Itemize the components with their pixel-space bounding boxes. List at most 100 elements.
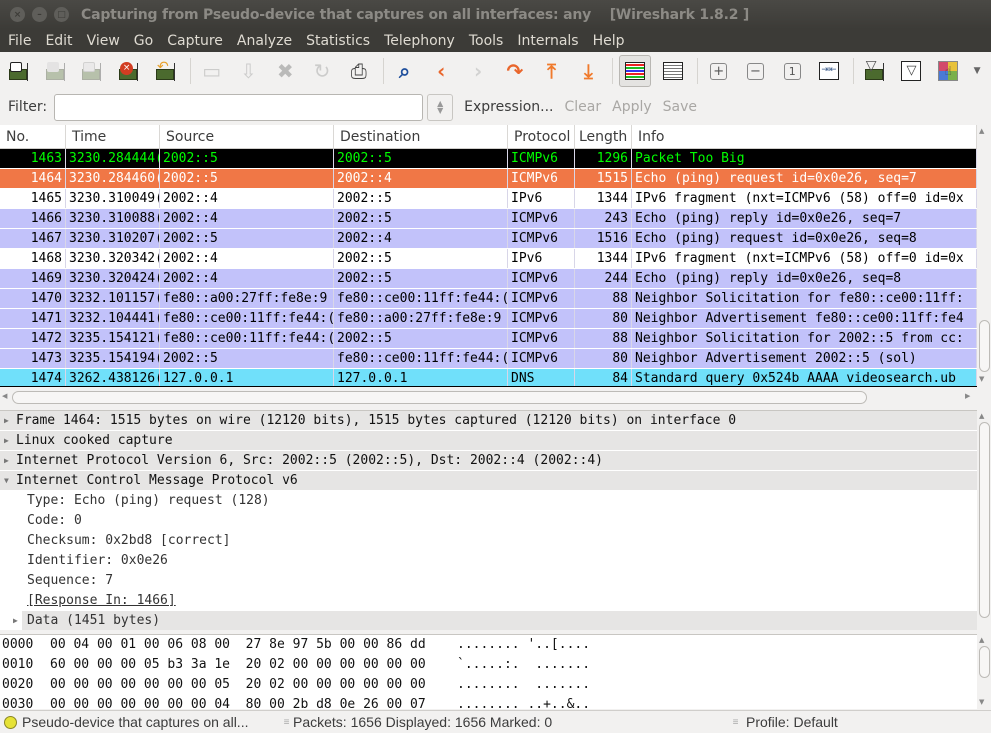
column-header-info[interactable]: Info — [632, 125, 977, 148]
menu-tools[interactable]: Tools — [462, 33, 511, 49]
column-header-source[interactable]: Source — [160, 125, 334, 148]
menu-internals[interactable]: Internals — [510, 33, 585, 49]
apply-button[interactable]: Apply — [612, 99, 652, 115]
minimize-window-button[interactable]: – — [32, 7, 47, 22]
expert-info-led-icon[interactable] — [4, 715, 17, 729]
detail-tree-item[interactable]: ▶ Frame 1464: 1515 bytes on wire (12120 b… — [0, 411, 977, 431]
packet-row[interactable]: 1468 3230.320342(2002::4 2002::5 IPv6 1344 IP… — [0, 249, 977, 269]
packet-row[interactable]: 1471 3232.104441(fe80::ce00:11ff:fe44:(fe… — [0, 309, 977, 329]
resize-columns-button[interactable]: ⇥⇤ — [814, 56, 844, 86]
expander-collapsed-icon[interactable]: ▶ — [4, 431, 9, 451]
packet-row[interactable]: 1463 3230.284444(2002::5 2002::5 ICMPv6 1296… — [0, 149, 977, 169]
hex-row[interactable]: 0000 00 04 00 01 00 06 08 00 27 8e 97 5b … — [0, 635, 977, 655]
save-file-icon: ⇩ — [240, 59, 257, 83]
capture-filters-button[interactable]: ▽ — [860, 56, 890, 86]
detail-tree-item[interactable]: Code: 0 — [0, 511, 977, 531]
expander-expanded-icon[interactable]: ▼ — [4, 471, 9, 491]
expression-button[interactable]: Expression... — [464, 99, 553, 115]
menu-statistics[interactable]: Statistics — [299, 33, 377, 49]
capture-options-button[interactable] — [41, 56, 71, 86]
filter-bar: Filter: ▲ ▼ Expression... Clear Apply Sav… — [0, 92, 991, 122]
restart-capture-button[interactable]: ↶ — [151, 56, 181, 86]
bytes-scrollbar[interactable]: ▲ ▼ — [977, 634, 991, 709]
colorize-button[interactable] — [619, 55, 652, 87]
detail-tree-item[interactable]: Identifier: 0x0e26 — [0, 551, 977, 571]
interfaces-button[interactable] — [4, 56, 34, 86]
menu-go[interactable]: Go — [127, 33, 160, 49]
close-file-button[interactable]: ✖ — [270, 56, 300, 86]
menu-view[interactable]: View — [80, 33, 127, 49]
status-grip-icon[interactable]: ≡ — [280, 717, 293, 728]
detail-tree-item[interactable]: Checksum: 0x2bd8 [correct] — [0, 531, 977, 551]
zoom-out-button[interactable]: − — [741, 56, 771, 86]
filter-history-dropdown[interactable]: ▲ ▼ — [427, 93, 454, 121]
packet-row[interactable]: 1466 3230.310088(2002::4 2002::5 ICMPv6 243 E… — [0, 209, 977, 229]
find-packet-button[interactable]: ⌕ — [390, 56, 420, 86]
detail-tree-item[interactable]: Type: Echo (ping) request (128) — [0, 491, 977, 511]
details-scrollbar[interactable]: ▲ — [977, 410, 991, 630]
maximize-window-button[interactable]: □ — [54, 7, 69, 22]
coloring-rules-button[interactable]: ☝ — [933, 56, 963, 86]
close-window-button[interactable]: × — [10, 7, 25, 22]
hex-row[interactable]: 0030 00 00 00 00 00 00 00 04 80 00 2b d8 … — [0, 695, 977, 709]
save-file-button[interactable]: ⇩ — [234, 56, 264, 86]
column-header-no[interactable]: No. — [0, 125, 66, 148]
packet-list-hscrollbar[interactable]: ◀ ▶ — [0, 389, 977, 406]
menu-capture[interactable]: Capture — [160, 33, 230, 49]
packet-row[interactable]: 1469 3230.320424(2002::4 2002::5 ICMPv6 244 E… — [0, 269, 977, 289]
packet-list-scroll-thumb[interactable] — [979, 320, 990, 372]
menu-edit[interactable]: Edit — [38, 33, 79, 49]
hex-row[interactable]: 0020 00 00 00 00 00 00 00 05 20 02 00 00 … — [0, 675, 977, 695]
column-header-length[interactable]: Length — [575, 125, 632, 148]
column-header-destination[interactable]: Destination — [334, 125, 508, 148]
detail-tree-item[interactable]: ▶ Data (1451 bytes) — [13, 611, 977, 630]
menu-analyze[interactable]: Analyze — [230, 33, 299, 49]
save-filter-button[interactable]: Save — [663, 99, 697, 115]
packet-row[interactable]: 1472 3235.154121(fe80::ce00:11ff:fe44:(20… — [0, 329, 977, 349]
bytes-scroll-thumb[interactable] — [979, 646, 990, 678]
packet-row[interactable]: 1467 3230.310207(2002::5 2002::4 ICMPv6 1516… — [0, 229, 977, 249]
response-in-link[interactable]: [Response In: 1466] — [27, 591, 176, 611]
menu-telephony[interactable]: Telephony — [377, 33, 462, 49]
display-filters-button[interactable]: ▽ — [897, 56, 927, 86]
go-back-button[interactable]: ‹ — [426, 56, 456, 86]
normal-size-button[interactable]: 1 — [777, 56, 807, 86]
stop-capture-button[interactable]: × — [114, 56, 144, 86]
menu-file[interactable]: File — [0, 33, 38, 49]
expander-collapsed-icon[interactable]: ▶ — [13, 611, 18, 630]
packet-row[interactable]: 1465 3230.310049(2002::4 2002::5 IPv6 1344 IP… — [0, 189, 977, 209]
toolbar-overflow-button[interactable]: ▼ — [970, 56, 984, 86]
go-to-packet-button[interactable]: ↷ — [500, 56, 530, 86]
status-grip-icon[interactable]: ≡ — [729, 717, 742, 728]
last-packet-button[interactable]: ⤓ — [573, 56, 603, 86]
packet-list-hscroll-thumb[interactable] — [12, 391, 867, 404]
detail-tree-item[interactable]: ▶ Linux cooked capture — [0, 431, 977, 451]
column-header-time[interactable]: Time — [66, 125, 160, 148]
detail-tree-item[interactable]: ▼ Internet Control Message Protocol v6 — [0, 471, 977, 491]
filter-input[interactable] — [54, 93, 424, 121]
zoom-in-button[interactable]: + — [704, 56, 734, 86]
clear-button[interactable]: Clear — [565, 99, 602, 115]
expander-collapsed-icon[interactable]: ▶ — [4, 411, 9, 431]
first-packet-button[interactable]: ⤒ — [537, 56, 567, 86]
expander-collapsed-icon[interactable]: ▶ — [4, 451, 9, 471]
packet-row[interactable]: 1473 3235.154194(2002::5 fe80::ce00:11ff:f… — [0, 349, 977, 369]
column-header-protocol[interactable]: Protocol — [508, 125, 575, 148]
print-button[interactable]: ⎙ — [344, 56, 374, 86]
detail-tree-item[interactable]: ▶ Internet Protocol Version 6, Src: 2002:… — [0, 451, 977, 471]
packet-row[interactable]: 1470 3232.101157(fe80::a00:27ff:fe8e:9 fe8… — [0, 289, 977, 309]
packet-row[interactable]: 1474 3262.438126(127.0.0.1 127.0.0.1 DNS 84 S… — [0, 369, 977, 387]
status-profile[interactable]: Profile: Default — [746, 714, 838, 730]
detail-tree-item[interactable]: [Response In: 1466] — [0, 591, 977, 611]
details-scroll-thumb[interactable] — [979, 422, 990, 618]
autoscroll-button[interactable] — [658, 56, 688, 86]
start-capture-button[interactable] — [78, 56, 108, 86]
menu-help[interactable]: Help — [586, 33, 632, 49]
packet-row-selected[interactable]: 1464 3230.284460(2002::5 2002::4 ICMPv6 1515… — [0, 169, 977, 189]
detail-tree-item[interactable]: Sequence: 7 — [0, 571, 977, 591]
packet-list-scrollbar[interactable]: ▲ ▼ — [977, 125, 991, 387]
go-forward-button[interactable]: › — [463, 56, 493, 86]
open-file-button[interactable]: ▭ — [197, 56, 227, 86]
reload-button[interactable]: ↻ — [307, 56, 337, 86]
hex-row[interactable]: 0010 60 00 00 00 05 b3 3a 1e 20 02 00 00 … — [0, 655, 977, 675]
